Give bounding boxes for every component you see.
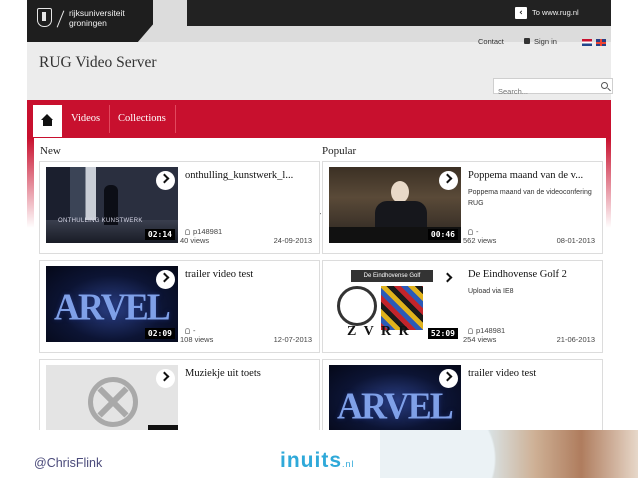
search-box <box>493 78 613 99</box>
video-title[interactable]: onthulling_kunstwerk_l... <box>185 170 315 181</box>
nav-divider <box>175 105 176 133</box>
video-duration: 00:46 <box>427 229 458 240</box>
footer-photo <box>380 430 638 478</box>
tab-home[interactable] <box>33 105 62 137</box>
tab-videos[interactable]: Videos <box>71 113 100 124</box>
play-icon[interactable] <box>156 171 175 190</box>
video-thumbnail[interactable]: ARVEL 02:09 <box>46 266 178 342</box>
user-icon <box>468 229 473 235</box>
video-views: 108 views <box>180 335 214 344</box>
play-icon[interactable] <box>439 369 458 388</box>
video-duration: 02:09 <box>144 328 175 339</box>
video-title[interactable]: trailer video test <box>468 368 598 379</box>
home-icon <box>41 114 54 126</box>
video-description: Poppema maand van de videoconfering RUG <box>468 189 592 207</box>
section-popular-heading: Popular <box>322 145 357 157</box>
video-card[interactable]: Muziekje uit toets <box>39 359 320 431</box>
video-duration: 02:14 <box>144 229 175 240</box>
university-logo[interactable]: rijksuniversiteit groningen <box>27 0 153 42</box>
video-uploader: p148981 <box>185 227 222 236</box>
video-date: 21-06-2013 <box>556 335 595 344</box>
play-icon[interactable] <box>439 171 458 190</box>
video-date: 24-09-2013 <box>273 236 312 245</box>
play-icon[interactable] <box>156 270 175 289</box>
video-uploader: - <box>468 227 479 236</box>
logo-divider <box>56 10 65 28</box>
tab-collections[interactable]: Collections <box>118 113 166 124</box>
video-date: 08-01-2013 <box>556 236 595 245</box>
video-thumbnail[interactable]: 00:46 <box>329 167 461 243</box>
video-views: 40 views <box>180 236 210 245</box>
back-arrow-icon[interactable]: ‹ <box>515 7 527 19</box>
video-title[interactable]: De Eindhovense Golf 2 <box>468 269 598 280</box>
search-icon[interactable] <box>601 82 608 89</box>
section-new-heading: New <box>40 145 61 157</box>
video-card[interactable]: ARVEL trailer video test <box>322 359 603 431</box>
video-views: 254 views <box>463 335 497 344</box>
twitter-handle: @ChrisFlink <box>34 456 103 470</box>
video-thumbnail[interactable]: ARVEL <box>329 365 461 431</box>
user-icon <box>185 328 190 334</box>
english-flag-icon[interactable] <box>596 39 606 46</box>
lock-icon <box>524 38 530 44</box>
video-thumbnail[interactable]: ONTHULLING KUNSTWERK 02:14 <box>46 167 178 243</box>
video-card[interactable]: ONTHULLING KUNSTWERK 02:14 onthulling_ku… <box>39 161 320 254</box>
user-icon <box>468 328 473 334</box>
brand-logo: inuits.nl <box>280 449 355 472</box>
video-title[interactable]: Poppema maand van de v... <box>468 170 598 181</box>
video-card[interactable]: 00:46 Poppema maand van de v... Poppema … <box>322 161 603 254</box>
nav-divider <box>109 105 110 133</box>
university-name: rijksuniversiteit groningen <box>69 8 125 28</box>
video-thumbnail[interactable]: De Eindhovense Golf Z V R R 52:09 <box>329 266 461 342</box>
contact-link[interactable]: Contact <box>478 37 504 46</box>
video-title[interactable]: trailer video test <box>185 269 315 280</box>
search-input[interactable] <box>494 84 594 99</box>
video-description: Upload via IE8 <box>468 288 514 295</box>
video-card[interactable]: ARVEL 02:09 trailer video test - 108 vie… <box>39 260 320 353</box>
video-views: 562 views <box>463 236 497 245</box>
video-uploader: p148981 <box>468 326 505 335</box>
rug-link[interactable]: To www.rug.nl <box>532 8 579 17</box>
play-icon[interactable] <box>156 369 175 388</box>
site-title: RUG Video Server <box>39 54 157 71</box>
crest-icon <box>37 8 52 27</box>
signin-link[interactable]: Sign in <box>524 37 557 46</box>
video-date: 12-07-2013 <box>273 335 312 344</box>
play-icon[interactable] <box>439 270 458 289</box>
video-uploader: - <box>185 326 196 335</box>
main-nav <box>27 100 611 138</box>
video-title[interactable]: Muziekje uit toets <box>185 368 315 379</box>
video-thumbnail[interactable] <box>46 365 178 431</box>
video-card[interactable]: De Eindhovense Golf Z V R R 52:09 De Ein… <box>322 260 603 353</box>
user-icon <box>185 229 190 235</box>
dutch-flag-icon[interactable] <box>582 39 592 46</box>
video-duration: 52:09 <box>427 328 458 339</box>
